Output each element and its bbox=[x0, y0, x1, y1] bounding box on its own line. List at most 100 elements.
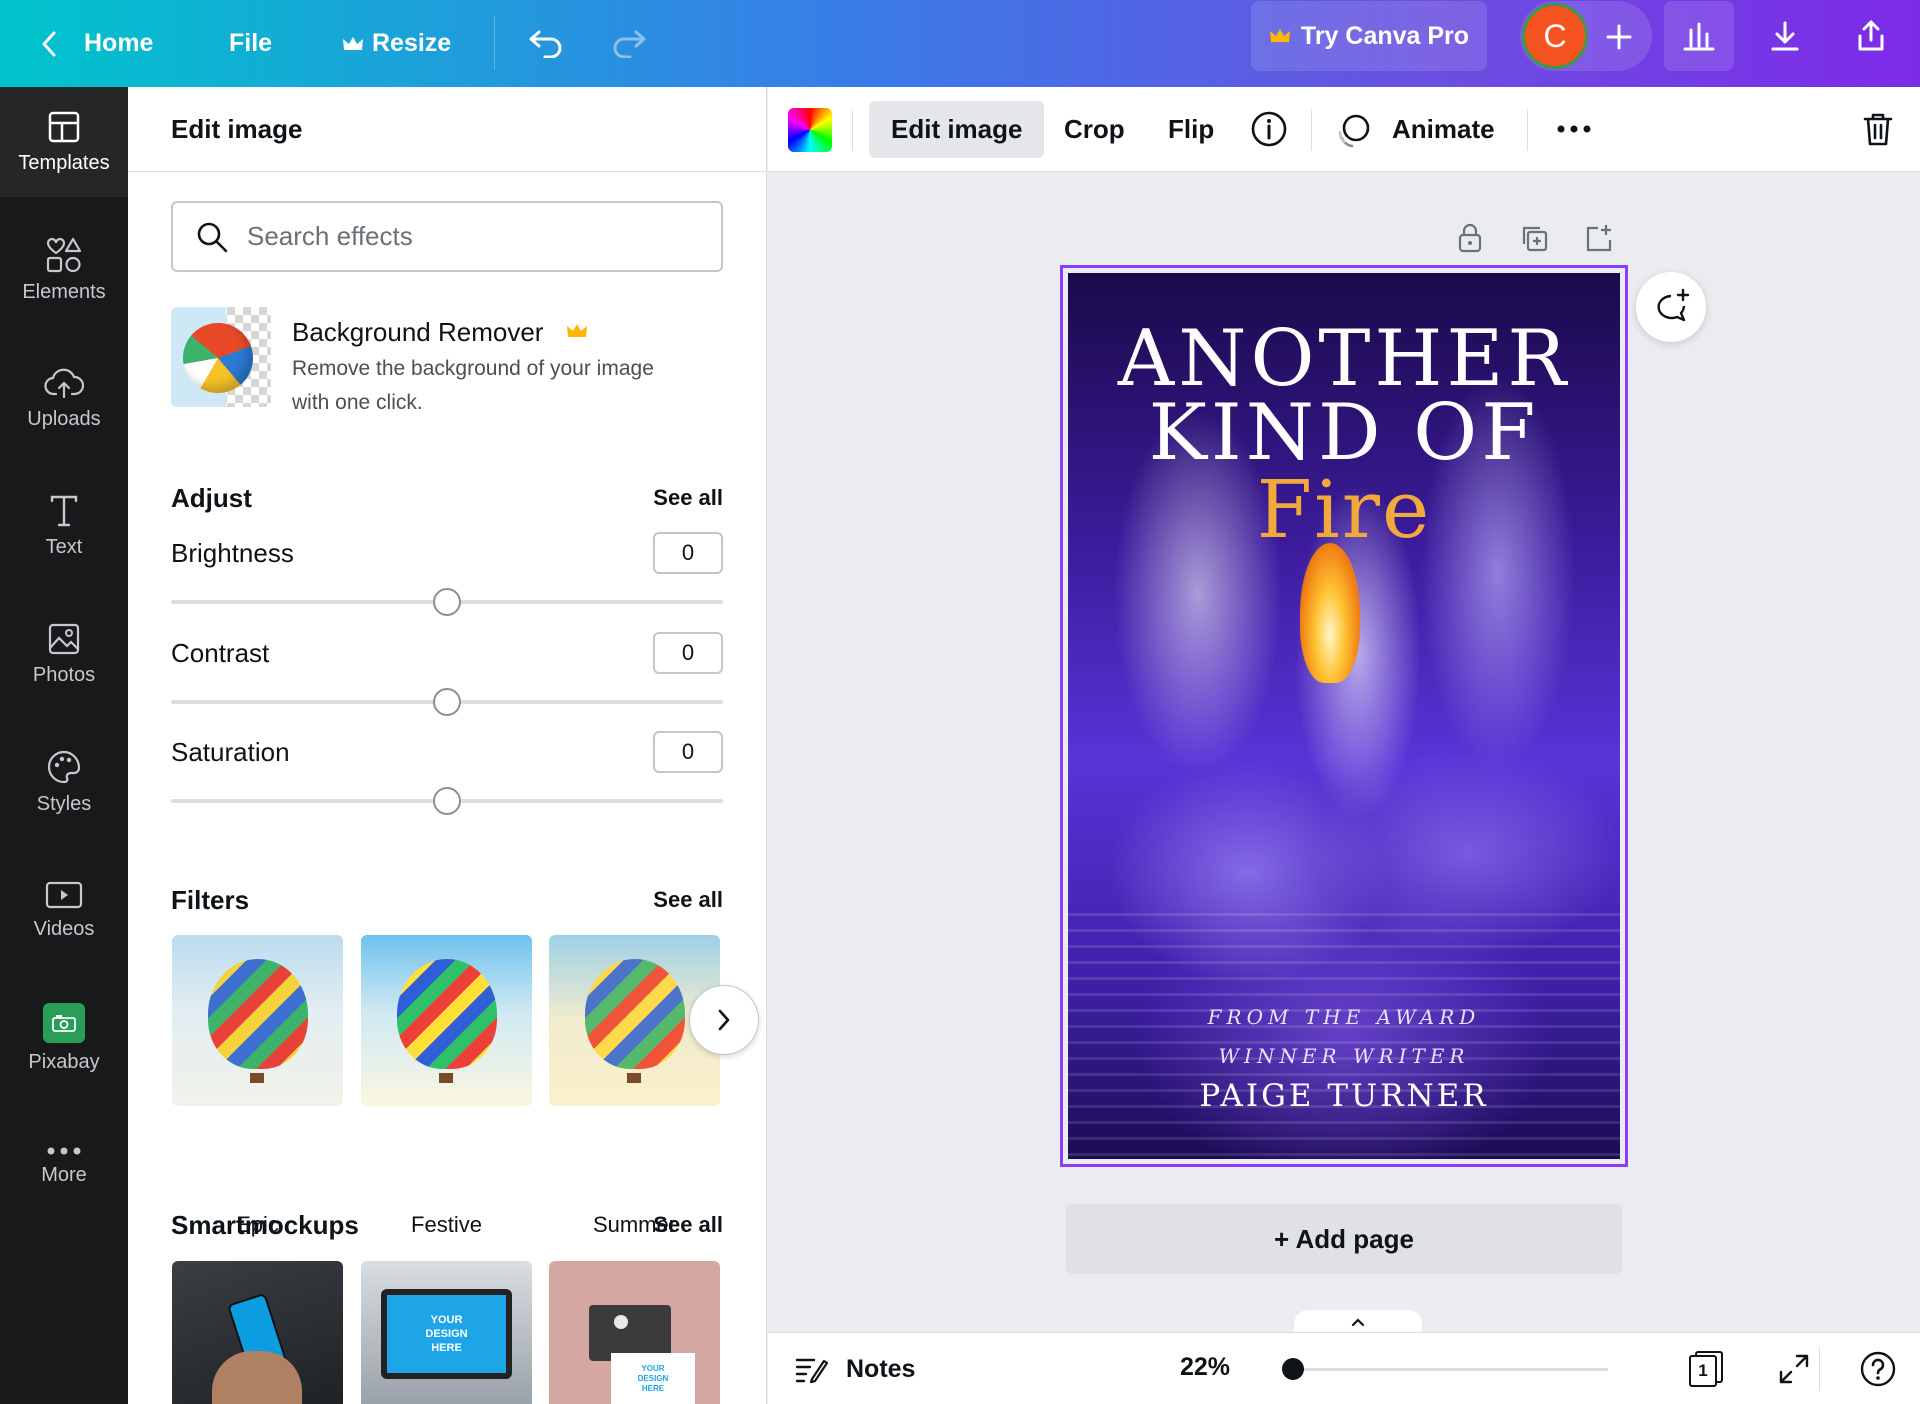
rail-item-elements[interactable]: Elements bbox=[0, 215, 128, 325]
adjust-title: Adjust bbox=[171, 483, 252, 513]
mockup-thumb-card[interactable]: YOUR DESIGN HERE bbox=[549, 1261, 720, 1404]
filter-thumb-epic[interactable] bbox=[172, 935, 343, 1106]
pixabay-icon bbox=[43, 1002, 85, 1043]
comment-add-icon bbox=[1657, 288, 1690, 322]
fullscreen-button[interactable] bbox=[1774, 1349, 1814, 1389]
zoom-slider-knob[interactable] bbox=[1282, 1358, 1304, 1380]
smartmockups-see-all-link[interactable]: See all bbox=[653, 1212, 723, 1238]
file-label: File bbox=[229, 29, 273, 57]
background-remover-title: Background Remover bbox=[292, 317, 544, 347]
info-icon bbox=[1251, 111, 1287, 147]
resize-button[interactable]: Resize bbox=[342, 0, 451, 87]
plus-icon bbox=[1606, 24, 1632, 50]
lock-icon bbox=[1458, 223, 1482, 253]
add-page-icon-button[interactable] bbox=[1580, 220, 1616, 256]
show-pages-tab[interactable] bbox=[1294, 1310, 1422, 1334]
rail-label: Pixabay bbox=[28, 1050, 100, 1073]
crop-button[interactable]: Crop bbox=[1042, 101, 1147, 157]
duplicate-page-button[interactable] bbox=[1516, 220, 1552, 256]
insights-button[interactable] bbox=[1664, 1, 1734, 71]
rail-item-pixabay[interactable]: Pixabay bbox=[0, 983, 128, 1093]
chevron-right-icon bbox=[718, 1009, 730, 1031]
expand-icon bbox=[1779, 1354, 1809, 1384]
rail-item-styles[interactable]: Styles bbox=[0, 727, 128, 837]
add-page-icon bbox=[1586, 225, 1612, 252]
info-button[interactable] bbox=[1248, 108, 1290, 150]
more-options-button[interactable] bbox=[1550, 107, 1598, 151]
filters-see-all-link[interactable]: See all bbox=[653, 887, 723, 913]
background-remover-item[interactable]: Background Remover Remove the background… bbox=[171, 307, 731, 417]
home-button[interactable]: Home bbox=[38, 0, 153, 87]
balloon-image bbox=[585, 959, 685, 1069]
trash-icon bbox=[1863, 113, 1893, 146]
brightness-value-input[interactable]: 0 bbox=[653, 532, 723, 574]
color-swatch-button[interactable] bbox=[788, 108, 832, 152]
filters-title: Filters bbox=[171, 885, 250, 915]
balloon-basket bbox=[627, 1073, 641, 1083]
card-shape: YOUR DESIGN HERE bbox=[611, 1353, 695, 1404]
mockup-thumb-laptop[interactable]: YOUR DESIGN HERE bbox=[361, 1261, 532, 1404]
rail-label: Styles bbox=[36, 792, 92, 815]
edit-image-button[interactable]: Edit image bbox=[869, 101, 1045, 158]
design-page[interactable]: ANOTHER KIND OF Fire FROM THE AWARD WINN… bbox=[1060, 265, 1628, 1167]
flip-button[interactable]: Flip bbox=[1146, 101, 1236, 157]
rail-item-photos[interactable]: Photos bbox=[0, 599, 128, 709]
brightness-slider-knob[interactable] bbox=[433, 588, 461, 616]
rail-item-templates[interactable]: Templates bbox=[0, 87, 128, 197]
contrast-slider-knob[interactable] bbox=[433, 688, 461, 716]
share-button[interactable] bbox=[1836, 1, 1906, 71]
notes-icon bbox=[795, 1358, 828, 1384]
zoom-value[interactable]: 22% bbox=[1180, 1353, 1230, 1382]
notes-button[interactable]: Notes bbox=[794, 1347, 915, 1391]
crown-icon bbox=[567, 324, 587, 337]
divider bbox=[852, 109, 853, 151]
balloon-basket bbox=[439, 1073, 453, 1083]
download-button[interactable] bbox=[1750, 1, 1820, 71]
try-canva-pro-button[interactable]: Try Canva Pro bbox=[1251, 1, 1487, 71]
lock-page-button[interactable] bbox=[1453, 220, 1487, 256]
search-box[interactable] bbox=[171, 201, 723, 272]
redo-button[interactable] bbox=[609, 18, 649, 68]
rail-item-uploads[interactable]: Uploads bbox=[0, 343, 128, 453]
cover-title-line3[interactable]: Fire bbox=[1068, 468, 1620, 552]
rail-label: Templates bbox=[18, 151, 110, 174]
delete-button[interactable] bbox=[1856, 107, 1900, 151]
hand-shape bbox=[212, 1351, 302, 1404]
book-cover-image[interactable]: ANOTHER KIND OF Fire FROM THE AWARD WINN… bbox=[1068, 273, 1620, 1159]
rail-label: Uploads bbox=[27, 407, 101, 430]
cover-title-line2[interactable]: KIND OF bbox=[1068, 393, 1620, 473]
cover-tagline-2[interactable]: WINNER WRITER bbox=[1068, 1044, 1620, 1068]
cover-author[interactable]: PAIGE TURNER bbox=[1068, 1078, 1620, 1114]
zoom-slider-track[interactable] bbox=[1288, 1368, 1608, 1371]
add-people-button[interactable] bbox=[1596, 14, 1642, 60]
more-dots-icon bbox=[1557, 125, 1591, 133]
cover-tagline-1[interactable]: FROM THE AWARD bbox=[1068, 1005, 1620, 1029]
contrast-value-input[interactable]: 0 bbox=[653, 632, 723, 674]
help-button[interactable] bbox=[1856, 1347, 1900, 1391]
page-count-button[interactable]: 1 bbox=[1686, 1349, 1726, 1389]
rail-label: Videos bbox=[33, 917, 95, 940]
smartmockups-title: Smartmockups bbox=[171, 1210, 359, 1240]
add-comment-button[interactable] bbox=[1636, 272, 1706, 342]
undo-button[interactable] bbox=[526, 18, 566, 68]
search-effects-input[interactable] bbox=[247, 221, 717, 252]
edit-image-panel: Edit image Background Remover Remove the… bbox=[128, 87, 767, 1404]
bottom-bar: Notes 22% 1 bbox=[768, 1332, 1920, 1404]
filters-next-button[interactable] bbox=[689, 985, 759, 1055]
animate-button[interactable]: Animate bbox=[1334, 101, 1495, 158]
rail-item-text[interactable]: Text bbox=[0, 471, 128, 581]
mockup-thumb-phone[interactable] bbox=[172, 1261, 343, 1404]
rail-item-videos[interactable]: Videos bbox=[0, 855, 128, 965]
file-menu-button[interactable]: File bbox=[229, 0, 272, 87]
panel-title: Edit image bbox=[128, 87, 766, 172]
rail-item-more[interactable]: More bbox=[0, 1111, 128, 1221]
cover-title-line1[interactable]: ANOTHER bbox=[1068, 319, 1620, 399]
filter-thumb-festive[interactable] bbox=[361, 935, 532, 1106]
avatar[interactable]: C bbox=[1522, 3, 1588, 69]
saturation-label: Saturation bbox=[171, 737, 290, 767]
page-count-label: 1 bbox=[1698, 1361, 1708, 1380]
saturation-slider-knob[interactable] bbox=[433, 787, 461, 815]
adjust-see-all-link[interactable]: See all bbox=[653, 485, 723, 511]
saturation-value-input[interactable]: 0 bbox=[653, 731, 723, 773]
add-page-button[interactable]: + Add page bbox=[1066, 1204, 1622, 1274]
